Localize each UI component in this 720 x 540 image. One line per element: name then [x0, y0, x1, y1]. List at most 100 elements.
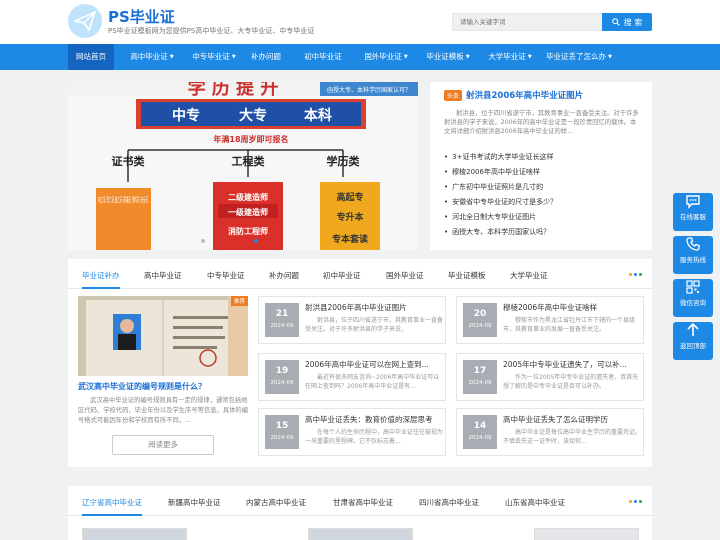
search-input[interactable] — [453, 14, 602, 30]
thumbnail-image[interactable] — [308, 528, 413, 540]
banner-col1-items: 电工证 焊工证 施工员 质量员 资料员 安全员 — [98, 195, 148, 204]
list-item[interactable]: 广东初中毕业证照片是几寸的 — [444, 180, 644, 195]
nav-item-university[interactable]: 大学毕业证 ▼ — [482, 44, 538, 70]
banner-col1-title: 证书类 — [112, 154, 146, 168]
more-dots-icon[interactable] — [629, 273, 642, 276]
back-to-top-button[interactable]: 返回顶部 — [673, 322, 713, 360]
banner-age-note: 年满18周岁即可报名 — [213, 134, 288, 144]
tab-junior[interactable]: 初中毕业证 — [323, 259, 361, 289]
nav-label: 毕业证丢了怎么办 — [546, 52, 607, 61]
date-month: 2024-09 — [468, 435, 492, 441]
date-month: 2024-09 — [270, 323, 294, 329]
list-item[interactable]: 穆棱2006年高中毕业证啥样 — [444, 165, 644, 180]
nav-item-high-school[interactable]: 高中毕业证 ▼ — [124, 44, 180, 70]
caret-down-icon: ▼ — [608, 54, 612, 60]
card-title[interactable]: 射洪县2006年高中毕业证图片 — [305, 302, 443, 313]
site-subtitle: PS毕业证模板网为您提供PS高中毕业证、大专毕业证、中专毕业证 — [108, 27, 315, 35]
online-service-button[interactable]: 在线客服 — [673, 193, 713, 231]
tab-vocational[interactable]: 中专毕业证 — [207, 259, 245, 289]
date-badge: 17 2024-09 — [463, 360, 497, 394]
date-day: 14 — [473, 421, 487, 431]
article-card[interactable]: 21 2024-09 射洪县2006年高中毕业证图片 射洪县，位于四川省遂宁市，其… — [258, 296, 446, 344]
dot — [634, 500, 637, 503]
date-month: 2024-09 — [270, 435, 294, 441]
list-item[interactable]: 3+证书考试的大学毕业证长这样 — [444, 150, 644, 165]
card-title[interactable]: 2006年高中毕业证可以在网上查到... — [305, 359, 443, 370]
tab-problems[interactable]: 补办问题 — [269, 259, 299, 289]
card-desc: 射洪县，位于四川省遂宁市，其教育事业一直备受关注。对于许多射洪县的学子来说， — [305, 317, 443, 333]
tab-xinjiang[interactable]: 新疆高中毕业证 — [168, 486, 221, 516]
tab-sichuan[interactable]: 四川省高中毕业证 — [419, 486, 479, 516]
article-card[interactable]: 14 2024-09 高中毕业证丢失了怎么证明学历 高中毕业证是每位高中毕业生学历… — [456, 408, 644, 456]
site-logo[interactable] — [68, 4, 102, 38]
nav-label: 大学毕业证 — [488, 52, 526, 61]
side-label: 在线客服 — [680, 213, 706, 221]
nav-item-templates[interactable]: 毕业证模板 ▼ — [420, 44, 476, 70]
article-card[interactable]: 17 2024-09 2005年中专毕业证遗失了，可以补... 作为一位2005年… — [456, 353, 644, 401]
banner-level-1: 中专 — [172, 107, 200, 124]
nav-item-junior[interactable]: 初中毕业证 — [298, 44, 348, 70]
banner-image: 学 历 提 升 中专 大专 本科 年满18周岁即可报名 证书类 工程类 学历类 … — [68, 82, 418, 250]
card-title[interactable]: 高中毕业证丢失：教育价值的深层思考 — [305, 414, 443, 425]
thumbnail-image[interactable] — [82, 528, 187, 540]
province-panel: 辽宁省高中毕业证 新疆高中毕业证 内蒙古高中毕业证 甘肃省高中毕业证 四川省高中… — [68, 486, 652, 540]
tab-high-school[interactable]: 高中毕业证 — [144, 259, 182, 289]
banner-col3-title: 学历类 — [327, 154, 361, 168]
card-title[interactable]: 穆棱2006年高中毕业证啥样 — [503, 302, 641, 313]
tab-gansu[interactable]: 甘肃省高中毕业证 — [333, 486, 393, 516]
search-button[interactable]: 搜 索 — [602, 13, 652, 31]
featured-image[interactable]: 推荐 — [78, 296, 248, 376]
card-title[interactable]: 高中毕业证丢失了怎么证明学历 — [503, 414, 641, 425]
article-card[interactable]: 19 2024-09 2006年高中毕业证可以在网上查到... 最近有很多网友咨询… — [258, 353, 446, 401]
banner-top-heading: 学 历 提 升 — [188, 82, 279, 99]
hotline-button[interactable]: 服务热线 — [673, 236, 713, 274]
certificate-photo — [78, 296, 248, 376]
nav-item-foreign[interactable]: 国外毕业证 ▼ — [358, 44, 414, 70]
nav-label: 补办问题 — [251, 52, 281, 61]
tab-foreign[interactable]: 国外毕业证 — [386, 259, 424, 289]
more-dots-icon[interactable] — [629, 500, 642, 503]
site-header: PS毕业证 PS毕业证模板网为您提供PS高中毕业证、大专毕业证、中专毕业证 搜 … — [0, 0, 720, 44]
list-item[interactable]: 河北全日制大专毕业证图片 — [444, 210, 644, 225]
date-month: 2024-09 — [468, 323, 492, 329]
article-card[interactable]: 20 2024-09 穆棱2006年高中毕业证啥样 穆棱市作为黑龙江省牡丹江市下辖… — [456, 296, 644, 344]
nav-item-lost[interactable]: 毕业证丢了怎么办 ▼ — [542, 44, 616, 70]
date-day: 19 — [275, 366, 289, 376]
nav-label: 毕业证模板 — [426, 52, 464, 61]
nav-item-reissue[interactable]: 补办问题 — [246, 44, 286, 70]
chat-icon — [686, 195, 700, 209]
list-item[interactable]: 函授大专、本科学历国家认吗？ — [444, 225, 644, 240]
caret-down-icon: ▼ — [527, 54, 532, 60]
featured-title[interactable]: 武汉高中毕业证的编号规则是什么？ — [78, 381, 206, 392]
caret-down-icon: ▼ — [169, 54, 174, 60]
featured-desc: 武汉高中毕业证的编号规则具有一定的规律，通常包括地区代码、学校代码、毕业年份以及… — [78, 397, 249, 424]
headline-box: 头条 射洪县2006年高中毕业证图片 射洪县，位于四川省遂宁市，其教育事业一直备… — [430, 82, 652, 250]
wechat-button[interactable]: 微信咨询 — [673, 279, 713, 317]
site-title[interactable]: PS毕业证 — [108, 6, 175, 27]
headline-title[interactable]: 射洪县2006年高中毕业证图片 — [466, 89, 583, 101]
tab-reissue[interactable]: 毕业证补办 — [82, 259, 120, 289]
side-label: 服务热线 — [680, 256, 706, 264]
nav-label: 初中毕业证 — [304, 52, 342, 61]
tab-templates[interactable]: 毕业证模板 — [448, 259, 486, 289]
tab-shandong[interactable]: 山东省高中毕业证 — [505, 486, 565, 516]
read-more-button[interactable]: 阅读更多 — [112, 435, 214, 455]
card-desc: 最近有很多网友咨询~2006年高中毕业证可以在网上查到吗？2006年高中毕业证是… — [305, 374, 440, 390]
tab-inner-mongolia[interactable]: 内蒙古高中毕业证 — [246, 486, 306, 516]
card-desc: 在每个人的生命历程中，高中毕业证往往被视为一块重要的里程碑。它不仅标志着... — [305, 429, 443, 445]
category-tabs: 毕业证补办 高中毕业证 中专毕业证 补办问题 初中毕业证 国外毕业证 毕业证模板… — [68, 259, 652, 289]
list-item[interactable]: 安徽省中专毕业证的尺寸是多少？ — [444, 195, 644, 210]
dot — [639, 500, 642, 503]
nav-item-vocational[interactable]: 中专毕业证 ▼ — [186, 44, 242, 70]
dot — [629, 500, 632, 503]
tab-liaoning[interactable]: 辽宁省高中毕业证 — [82, 486, 142, 516]
date-month: 2024-09 — [468, 380, 492, 386]
hero-banner[interactable]: 学 历 提 升 中专 大专 本科 年满18周岁即可报名 证书类 工程类 学历类 … — [68, 82, 418, 250]
thumbnail-image[interactable] — [534, 528, 639, 540]
card-title[interactable]: 2005年中专毕业证遗失了，可以补... — [503, 359, 641, 370]
article-card[interactable]: 15 2024-09 高中毕业证丢失：教育价值的深层思考 在每个人的生命历程中，高… — [258, 408, 446, 456]
banner-caption: 函授大专、本科学历国家认可？ — [327, 86, 411, 94]
nav-item-home[interactable]: 网站首页 — [68, 44, 114, 70]
tab-university[interactable]: 大学毕业证 — [510, 259, 548, 289]
date-badge: 21 2024-09 — [265, 303, 299, 337]
